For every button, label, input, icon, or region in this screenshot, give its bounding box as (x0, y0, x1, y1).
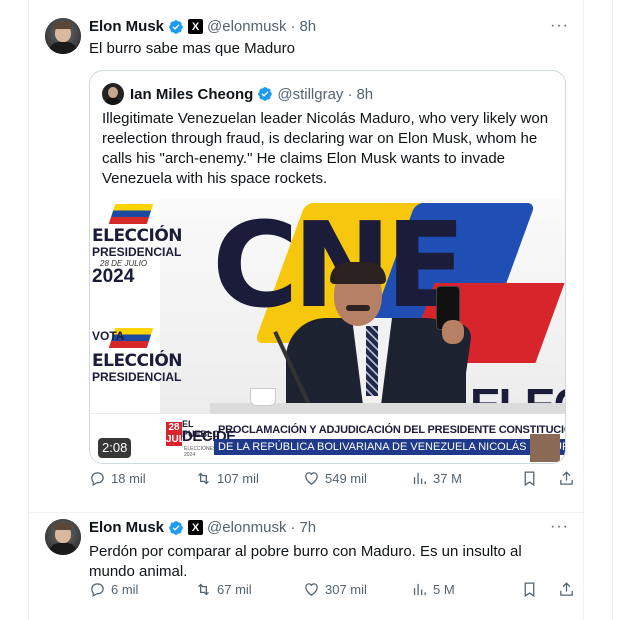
speaker-hand (442, 320, 464, 344)
speaker-mustache (346, 305, 370, 311)
bookmark-button[interactable] (521, 581, 543, 598)
news-ticker: 28 JUL EL PUEBLO DECIDE ELECCIONES 2024 … (90, 414, 565, 463)
more-options-icon[interactable]: ··· (550, 17, 569, 35)
heart-icon (305, 471, 318, 485)
quoted-author-handle: @stillgray (277, 85, 344, 103)
election-year: 2024 (92, 266, 135, 287)
reply-icon (91, 471, 104, 486)
bookmark-icon (524, 470, 535, 486)
views-chart-icon (413, 583, 426, 595)
repost-count: 107 mil (217, 470, 259, 486)
election-sub: PRESIDENCIAL (92, 370, 182, 384)
date-badge: 28 JUL (166, 422, 185, 446)
author-handle[interactable]: @elonmusk (207, 519, 286, 536)
verified-badge-icon (169, 19, 183, 34)
quoted-avatar (102, 83, 124, 105)
quoted-tweet-header: Ian Miles Cheong @stillgray · 8h (102, 83, 373, 105)
author-name[interactable]: Elon Musk (89, 18, 164, 35)
vota-label: VOTA (92, 329, 125, 343)
views-button[interactable]: 5 M (411, 581, 455, 598)
tweet-text: Perdón por comparar al pobre burro con M… (89, 543, 522, 580)
views-count: 37 M (433, 470, 462, 486)
more-options-icon[interactable]: ··· (550, 518, 569, 536)
quoted-tweet[interactable]: Ian Miles Cheong @stillgray · 8h Illegit… (89, 70, 566, 464)
video-player[interactable]: CNE ELECC ELECCIÓN PRESIDENCIAL 28 DE JU… (90, 198, 565, 463)
heart-icon (305, 582, 318, 596)
tweet-text: El burro sabe mas que Maduro (89, 40, 295, 57)
timestamp[interactable]: 8h (299, 18, 316, 35)
quoted-timestamp: 8h (356, 85, 374, 103)
verified-badge-icon (258, 87, 273, 101)
avatar[interactable] (45, 18, 81, 54)
election-banner: ELECCIÓN PRESIDENCIAL 28 DE JULIO 2024 V… (90, 198, 183, 413)
cup-icon (250, 388, 276, 406)
quoted-tweet-text: Illegitimate Venezuelan leader Nicolás M… (102, 110, 549, 187)
reply-icon (91, 582, 104, 597)
ticker-headline: PROCLAMACIÓN Y ADJUDICACIÓN DEL PRESIDEN… (218, 424, 565, 436)
repost-button[interactable]: 107 mil (195, 470, 259, 487)
share-icon (560, 470, 573, 485)
bookmark-icon (524, 581, 535, 597)
repost-icon (198, 472, 209, 484)
reply-button[interactable]: 6 mil (89, 581, 138, 598)
views-button[interactable]: 37 M (411, 470, 462, 487)
reply-count: 6 mil (111, 581, 139, 597)
election-label: ELECCIÓN (92, 226, 183, 246)
speaker-hair (330, 262, 386, 284)
election-label: ELECCIÓN (92, 351, 183, 371)
video-duration: 2:08 (98, 438, 132, 458)
tweet[interactable]: Elon Musk X @elonmusk · 7h ··· Perdón po… (29, 513, 583, 620)
ticker-brand-sub: ELECCIONES 2024 (184, 446, 217, 458)
tweet-header: Elon Musk X @elonmusk · 8h (89, 18, 316, 35)
separator-dot: · (290, 519, 296, 536)
like-count: 307 mil (325, 581, 367, 597)
election-sub: PRESIDENCIAL (92, 245, 182, 259)
ticker-thumbnail (530, 434, 560, 462)
ticker-subline: DE LA REPÚBLICA BOLIVARIANA DE VENEZUELA… (214, 439, 565, 455)
like-button[interactable]: 549 mil (303, 470, 367, 487)
x-affiliate-icon: X (188, 19, 204, 34)
sidebar-border (612, 0, 613, 620)
repost-count: 67 mil (217, 581, 252, 597)
author-handle[interactable]: @elonmusk (207, 18, 286, 35)
author-name[interactable]: Elon Musk (89, 519, 164, 536)
speaker-tie (366, 326, 378, 396)
ticker-logo: 28 JUL EL PUEBLO DECIDE ELECCIONES 2024 (124, 414, 236, 463)
tweet[interactable]: Elon Musk X @elonmusk · 8h ··· El burro … (29, 0, 583, 513)
like-button[interactable]: 307 mil (303, 581, 367, 598)
quoted-author-name: Ian Miles Cheong (130, 85, 254, 103)
x-affiliate-icon: X (188, 520, 204, 535)
share-icon (560, 581, 573, 596)
column-border-right (583, 0, 584, 620)
share-button[interactable] (558, 470, 580, 487)
repost-button[interactable]: 67 mil (195, 581, 252, 598)
views-count: 5 M (433, 581, 455, 597)
repost-icon (198, 583, 209, 595)
timestamp[interactable]: 7h (299, 519, 316, 536)
reply-button[interactable]: 18 mil (89, 470, 146, 487)
verified-badge-icon (169, 520, 183, 535)
like-count: 549 mil (325, 470, 367, 486)
separator-dot: · (347, 85, 353, 103)
avatar[interactable] (45, 519, 81, 555)
reply-count: 18 mil (111, 470, 146, 486)
bookmark-button[interactable] (521, 470, 543, 487)
tweet-header: Elon Musk X @elonmusk · 7h (89, 519, 316, 536)
separator-dot: · (290, 18, 296, 35)
share-button[interactable] (558, 581, 580, 598)
views-chart-icon (413, 472, 426, 484)
